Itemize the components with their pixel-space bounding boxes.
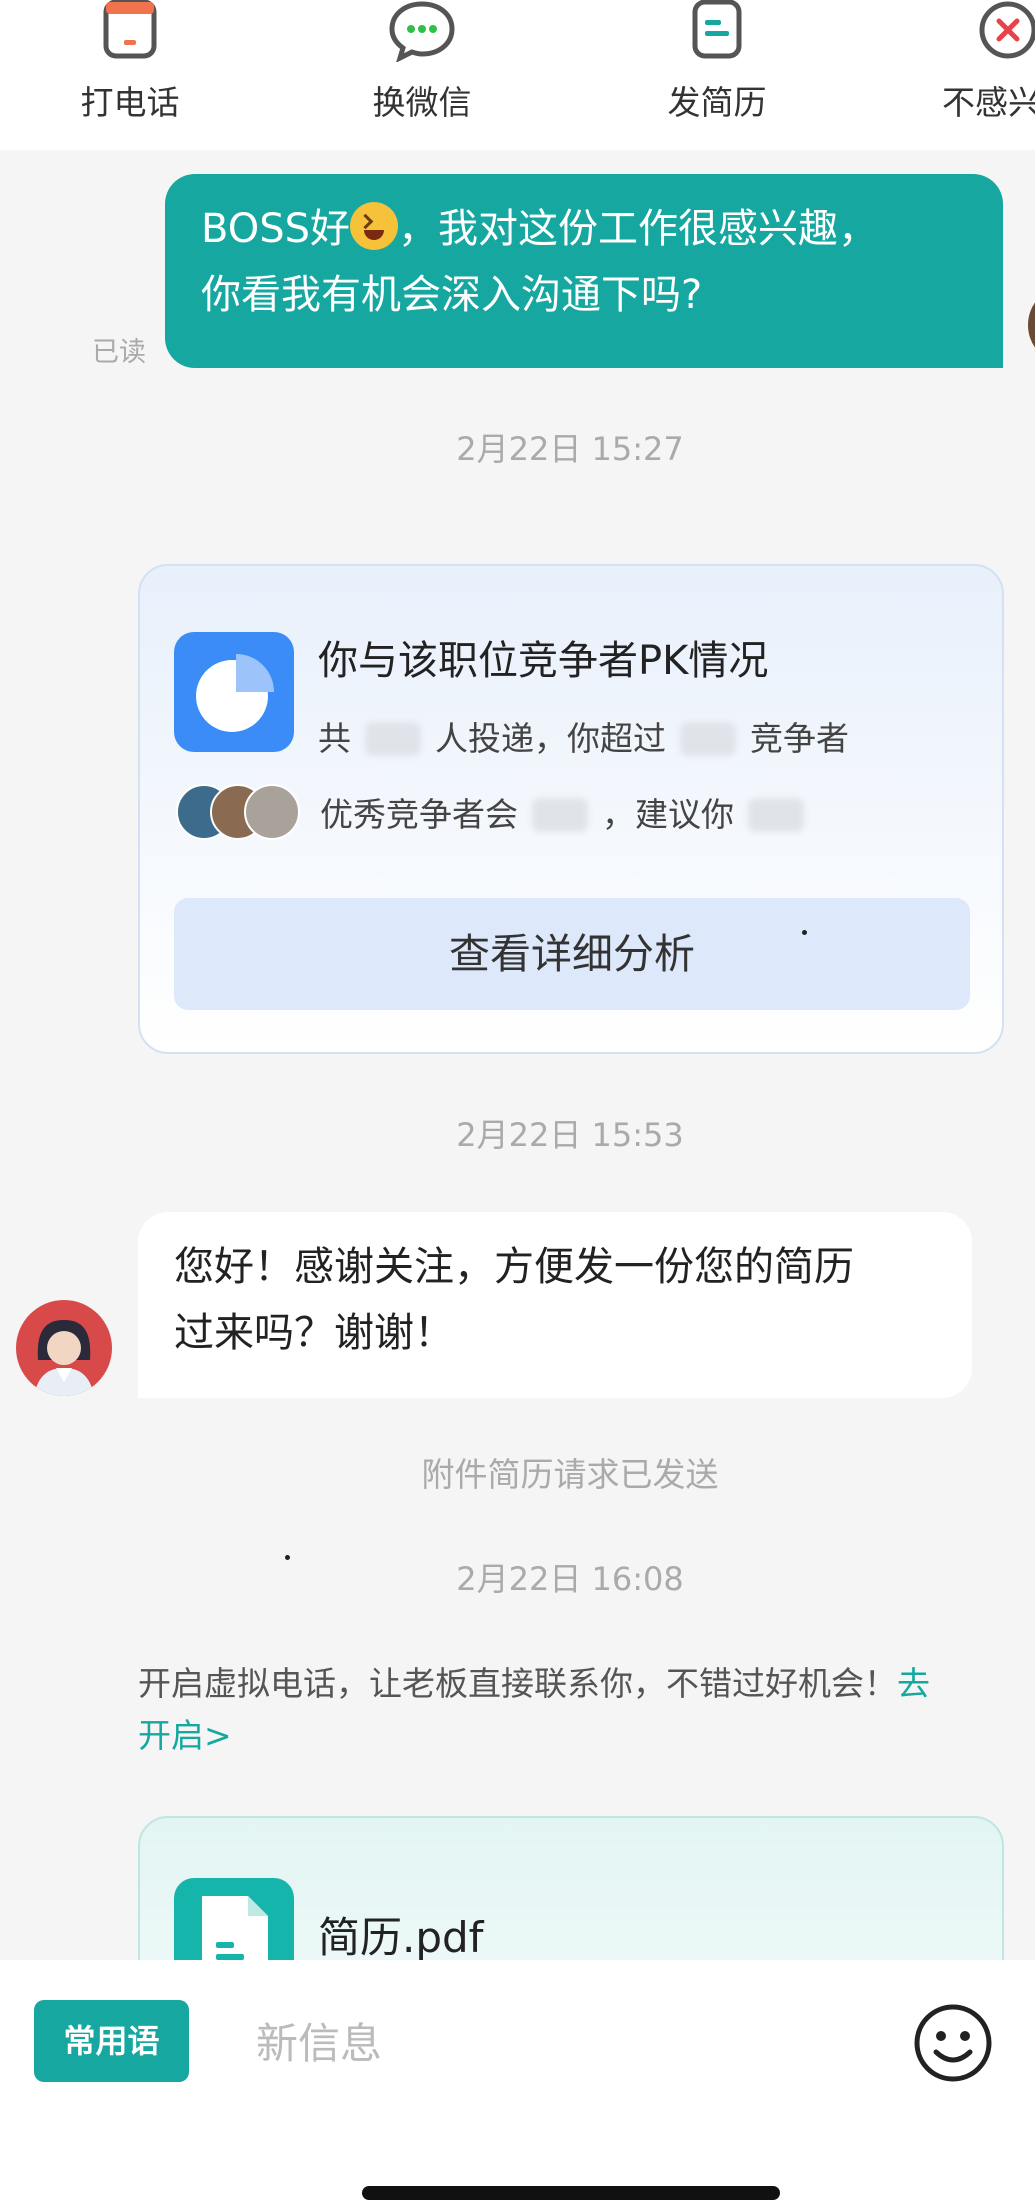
pk-stats-line: 共 人投递，你超过 竞争者 bbox=[318, 712, 849, 760]
resume-icon bbox=[692, 0, 742, 59]
pk-card[interactable]: 你与该职位竞争者PK情况 共 人投递，你超过 竞争者 优秀竞争者会 ，建议你 查看详细… bbox=[138, 564, 1004, 1054]
emoji-icon[interactable] bbox=[912, 2002, 994, 2084]
virtual-call-tip: 开启虚拟电话，让老板直接联系你，不错过好机会！去 开启> bbox=[138, 1658, 1018, 1762]
laughing-emoji-icon bbox=[350, 202, 399, 250]
my-avatar[interactable] bbox=[1028, 290, 1035, 360]
view-analysis-button[interactable]: 查看详细分析 bbox=[174, 898, 970, 1010]
message-text: ，我对这份工作很感兴趣， bbox=[398, 206, 879, 252]
home-indicator[interactable] bbox=[362, 2186, 780, 2200]
wechat-icon bbox=[389, 1, 455, 62]
my-message-bubble: BOSS好 ，我对这份工作很感兴趣， 你看我有机会深入沟通下吗? bbox=[165, 174, 1003, 368]
pk-text: 竞争者 bbox=[750, 719, 849, 758]
resume-file-card[interactable]: 简历.pdf bbox=[138, 1816, 1004, 1960]
hr-avatar[interactable] bbox=[16, 1300, 112, 1396]
chat-area[interactable]: BOSS好 ，我对这份工作很感兴趣， 你看我有机会深入沟通下吗? 已读 2月22日… bbox=[0, 150, 1035, 1960]
blurred-value bbox=[680, 722, 736, 756]
pk-title: 你与该职位竞争者PK情况 bbox=[318, 638, 769, 684]
send-resume-label: 发简历 bbox=[667, 83, 767, 122]
pk-text: 人投递，你超过 bbox=[435, 719, 666, 758]
call-button[interactable]: 打电话 bbox=[40, 0, 220, 124]
message-text: 你看我有机会深入沟通下吗? bbox=[201, 272, 703, 318]
not-interested-label: 不感兴趣 bbox=[942, 83, 1035, 122]
read-status: 已读 bbox=[92, 337, 146, 368]
pk-advice-line: 优秀竞争者会 ，建议你 bbox=[320, 788, 818, 836]
pie-chart-icon bbox=[174, 632, 294, 752]
message-text: BOSS好 bbox=[201, 206, 351, 252]
phone-icon bbox=[103, 0, 157, 59]
exchange-wechat-label: 换微信 bbox=[372, 83, 472, 122]
send-resume-button[interactable]: 发简历 bbox=[627, 0, 807, 124]
file-name: 简历.pdf bbox=[318, 1913, 484, 1960]
competitor-avatars bbox=[176, 784, 306, 840]
enable-link[interactable]: 去 bbox=[897, 1664, 930, 1703]
not-interested-icon bbox=[979, 1, 1035, 59]
blurred-value bbox=[748, 798, 804, 832]
input-bar: 常用语 bbox=[0, 1960, 1035, 2208]
enable-link[interactable]: 开启> bbox=[138, 1716, 232, 1755]
pk-text: 共 bbox=[318, 719, 351, 758]
blurred-value bbox=[532, 798, 588, 832]
call-label: 打电话 bbox=[80, 83, 180, 122]
common-phrases-button[interactable]: 常用语 bbox=[34, 2000, 189, 2082]
exchange-wechat-button[interactable]: 换微信 bbox=[332, 0, 512, 124]
message-text: 过来吗？谢谢！ bbox=[174, 1310, 454, 1356]
pk-text: 优秀竞争者会 bbox=[320, 795, 518, 834]
file-icon bbox=[174, 1878, 294, 1960]
tip-text: 开启虚拟电话，让老板直接联系你，不错过好机会！ bbox=[138, 1664, 897, 1703]
hr-message-bubble: 您好！感谢关注，方便发一份您的简历 过来吗？谢谢！ bbox=[138, 1212, 972, 1398]
timestamp: 2月22日 16:08 bbox=[456, 1560, 684, 1598]
pk-text: ，建议你 bbox=[602, 795, 734, 834]
timestamp: 2月22日 15:53 bbox=[456, 1116, 684, 1154]
not-interested-button[interactable]: 不感兴趣 bbox=[918, 0, 1035, 124]
message-input[interactable] bbox=[254, 2002, 858, 2084]
attachment-request-notice: 附件简历请求已发送 bbox=[421, 1455, 719, 1494]
action-bar: 打电话 换微信 发简历 不感兴趣 bbox=[0, 0, 1035, 150]
blurred-value bbox=[365, 722, 421, 756]
timestamp: 2月22日 15:27 bbox=[456, 430, 684, 468]
message-text: 您好！感谢关注，方便发一份您的简历 bbox=[174, 1244, 854, 1290]
